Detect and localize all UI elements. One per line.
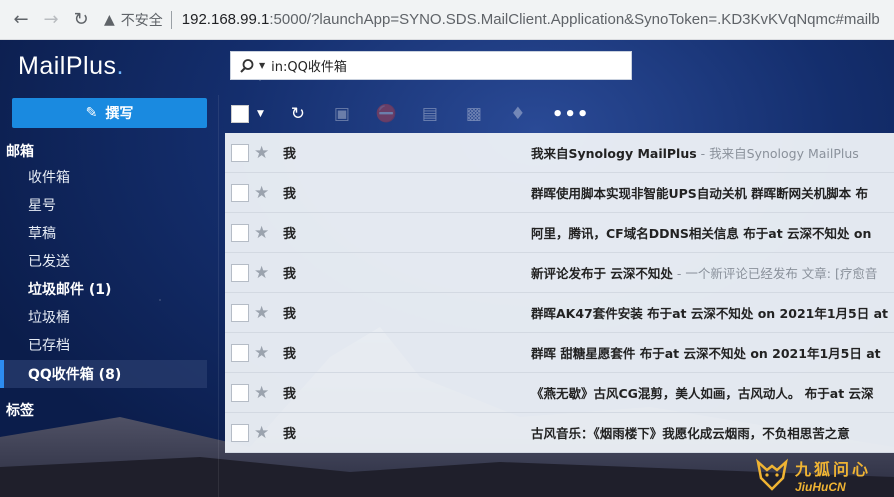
url-host: 192.168.99.1: [181, 11, 270, 28]
search-icon[interactable]: [239, 57, 257, 75]
star-icon[interactable]: ★: [254, 343, 269, 363]
forward-arrow-icon[interactable]: →: [36, 5, 66, 35]
mailplus-logo: MailPlus.: [18, 52, 124, 80]
trash-icon[interactable]: ▤: [420, 104, 440, 124]
search-input[interactable]: [271, 58, 612, 73]
pencil-icon: ✎: [85, 105, 98, 121]
mail-subject-line: 群晖 甜糖星愿套件 布于at 云深不知处 on 2021年1月5日 at: [531, 343, 894, 362]
mail-subject: 阿里，腾讯，CF域名DDNS相关信息 布于at 云深不知处 on: [531, 226, 872, 241]
sidebar-item-trash[interactable]: 垃圾桶: [0, 303, 207, 331]
url-path: :5000/?launchApp=SYNO.SDS.MailClient.App…: [269, 11, 880, 28]
reload-icon[interactable]: ↻: [66, 5, 96, 35]
sidebar: ✎ 撰写 邮箱 收件箱 星号 草稿 已发送 垃圾邮件 (1) 垃圾桶 已存档 Q…: [0, 95, 218, 497]
more-options-icon[interactable]: •••: [552, 104, 590, 125]
watermark-english: JiuHuCN: [795, 480, 846, 494]
mail-subject: 群晖 甜糖星愿套件 布于at 云深不知处 on 2021年1月5日 at: [531, 346, 881, 361]
sidebar-item-drafts[interactable]: 草稿: [0, 219, 207, 247]
select-all-checkbox[interactable]: [231, 105, 249, 123]
tags-section-title[interactable]: 标签: [6, 400, 34, 420]
mail-checkbox[interactable]: [231, 183, 249, 202]
browser-toolbar: ← → ↻ ▲ 不安全 192.168.99.1:5000/?launchApp…: [0, 0, 894, 40]
search-box[interactable]: ▼: [230, 51, 632, 80]
url-separator: [170, 10, 172, 29]
sidebar-divider: [218, 95, 219, 497]
sidebar-item-qq-inbox[interactable]: QQ收件箱 (8): [0, 360, 207, 388]
mail-subject-line: 我来自Synology MailPlus - 我来自Synology MailP…: [531, 143, 894, 162]
mail-checkbox[interactable]: [231, 303, 249, 322]
mail-checkbox[interactable]: [231, 143, 249, 162]
archive-icon[interactable]: ▣: [332, 104, 352, 124]
mail-subject-line: 古风音乐：《烟雨楼下》我愿化成云烟雨，不负相思苦之意: [531, 423, 894, 442]
mail-preview: - 一个新评论已经发布 文章: [疗愈音: [672, 266, 878, 281]
star-icon[interactable]: ★: [254, 383, 269, 403]
mail-sender: 我: [283, 427, 297, 442]
mail-checkbox[interactable]: [231, 383, 249, 402]
mail-checkbox[interactable]: [231, 423, 249, 442]
mail-subject-line: 《燕无歇》古风CG混剪，美人如画，古风动人。 布于at 云深: [531, 383, 894, 402]
mail-subject: 《燕无歇》古风CG混剪，美人如画，古风动人。 布于at 云深: [531, 386, 874, 401]
select-dropdown-icon[interactable]: ▼: [257, 109, 264, 119]
warning-icon: ▲: [104, 11, 115, 28]
mail-sender: 我: [283, 227, 297, 242]
star-icon[interactable]: ★: [254, 263, 269, 283]
mail-sender: 我: [283, 267, 297, 282]
mail-subject-line: 新评论发布于 云深不知处 - 一个新评论已经发布 文章: [疗愈音: [531, 263, 894, 282]
mail-sender: 我: [283, 187, 297, 202]
block-icon[interactable]: ⛔: [376, 104, 397, 124]
mail-subject: 新评论发布于 云深不知处: [531, 266, 673, 281]
mail-subject: 我来自Synology MailPlus: [531, 146, 697, 161]
mail-subject: 古风音乐：《烟雨楼下》我愿化成云烟雨，不负相思苦之意: [531, 426, 850, 441]
mail-row[interactable]: ★ 我 我来自Synology MailPlus - 我来自Synology M…: [225, 133, 894, 173]
mail-row[interactable]: ★ 我 古风音乐：《烟雨楼下》我愿化成云烟雨，不负相思苦之意: [225, 413, 894, 453]
mail-subject-line: 群晖AK47套件安装 布于at 云深不知处 on 2021年1月5日 at: [531, 303, 894, 322]
star-icon[interactable]: ★: [254, 143, 269, 163]
mail-sender: 我: [283, 147, 297, 162]
compose-label: 撰写: [105, 106, 134, 122]
mail-row[interactable]: ★ 我 群晖使用脚本实现非智能UPS自动关机 群晖断网关机脚本 布: [225, 173, 894, 213]
compose-button[interactable]: ✎ 撰写: [12, 98, 207, 128]
mail-checkbox[interactable]: [231, 263, 249, 282]
star-icon[interactable]: ★: [254, 183, 269, 203]
mail-subject-line: 群晖使用脚本实现非智能UPS自动关机 群晖断网关机脚本 布: [531, 183, 894, 202]
mailplus-app: MailPlus. ▼ ✎ 撰写 邮箱 收件箱 星号 草稿 已发送 垃圾邮件 (…: [0, 40, 894, 497]
sidebar-item-spam[interactable]: 垃圾邮件 (1): [0, 275, 207, 303]
app-header: MailPlus. ▼: [0, 40, 894, 95]
sidebar-item-archived[interactable]: 已存档: [0, 331, 207, 359]
fox-logo-icon: [756, 458, 788, 491]
url-text[interactable]: 192.168.99.1:5000/?launchApp=SYNO.SDS.Ma…: [182, 11, 880, 28]
mail-toolbar: ▼ ↻ ▣ ⛔ ▤ ▩ ♦ •••: [225, 95, 894, 133]
mail-subject-line: 阿里，腾讯，CF域名DDNS相关信息 布于at 云深不知处 on: [531, 223, 894, 242]
mail-list: ★ 我 我来自Synology MailPlus - 我来自Synology M…: [225, 133, 894, 453]
sidebar-item-inbox[interactable]: 收件箱: [0, 163, 207, 191]
mail-row[interactable]: ★ 我 新评论发布于 云深不知处 - 一个新评论已经发布 文章: [疗愈音: [225, 253, 894, 293]
insecure-label: 不安全: [120, 12, 163, 29]
star-icon[interactable]: ★: [254, 223, 269, 243]
sidebar-item-sent[interactable]: 已发送: [0, 247, 207, 275]
tag-icon[interactable]: ♦: [508, 104, 528, 124]
mail-checkbox[interactable]: [231, 343, 249, 362]
search-dropdown-icon[interactable]: ▼: [259, 61, 265, 70]
watermark-chinese: 九狐问心: [795, 460, 872, 479]
mail-subject: 群晖AK47套件安装 布于at 云深不知处 on 2021年1月5日 at: [531, 306, 889, 321]
mail-sender: 我: [283, 307, 297, 322]
watermark: 九狐问心 JiuHuCN: [755, 453, 894, 497]
mail-row[interactable]: ★ 我 群晖 甜糖星愿套件 布于at 云深不知处 on 2021年1月5日 at: [225, 333, 894, 373]
mail-sender: 我: [283, 387, 297, 402]
mail-row[interactable]: ★ 我 群晖AK47套件安装 布于at 云深不知处 on 2021年1月5日 a…: [225, 293, 894, 333]
mail-row[interactable]: ★ 我 阿里，腾讯，CF域名DDNS相关信息 布于at 云深不知处 on: [225, 213, 894, 253]
mail-row[interactable]: ★ 我 《燕无歇》古风CG混剪，美人如画，古风动人。 布于at 云深: [225, 373, 894, 413]
address-bar[interactable]: ▲ 不安全 192.168.99.1:5000/?launchApp=SYNO.…: [104, 0, 880, 40]
mail-checkbox[interactable]: [231, 223, 249, 242]
back-arrow-icon[interactable]: ←: [6, 5, 36, 35]
mail-sender: 我: [283, 347, 297, 362]
star-icon[interactable]: ★: [254, 423, 269, 443]
logo-text: MailPlus: [18, 52, 117, 80]
folder-icon[interactable]: ▩: [464, 104, 484, 124]
refresh-icon[interactable]: ↻: [288, 104, 308, 124]
mail-preview: - 我来自Synology MailPlus: [696, 146, 859, 161]
mail-subject: 群晖使用脚本实现非智能UPS自动关机 群晖断网关机脚本 布: [531, 186, 869, 201]
mailbox-section-title[interactable]: 邮箱: [6, 141, 34, 161]
sidebar-item-starred[interactable]: 星号: [0, 191, 207, 219]
star-icon[interactable]: ★: [254, 303, 269, 323]
